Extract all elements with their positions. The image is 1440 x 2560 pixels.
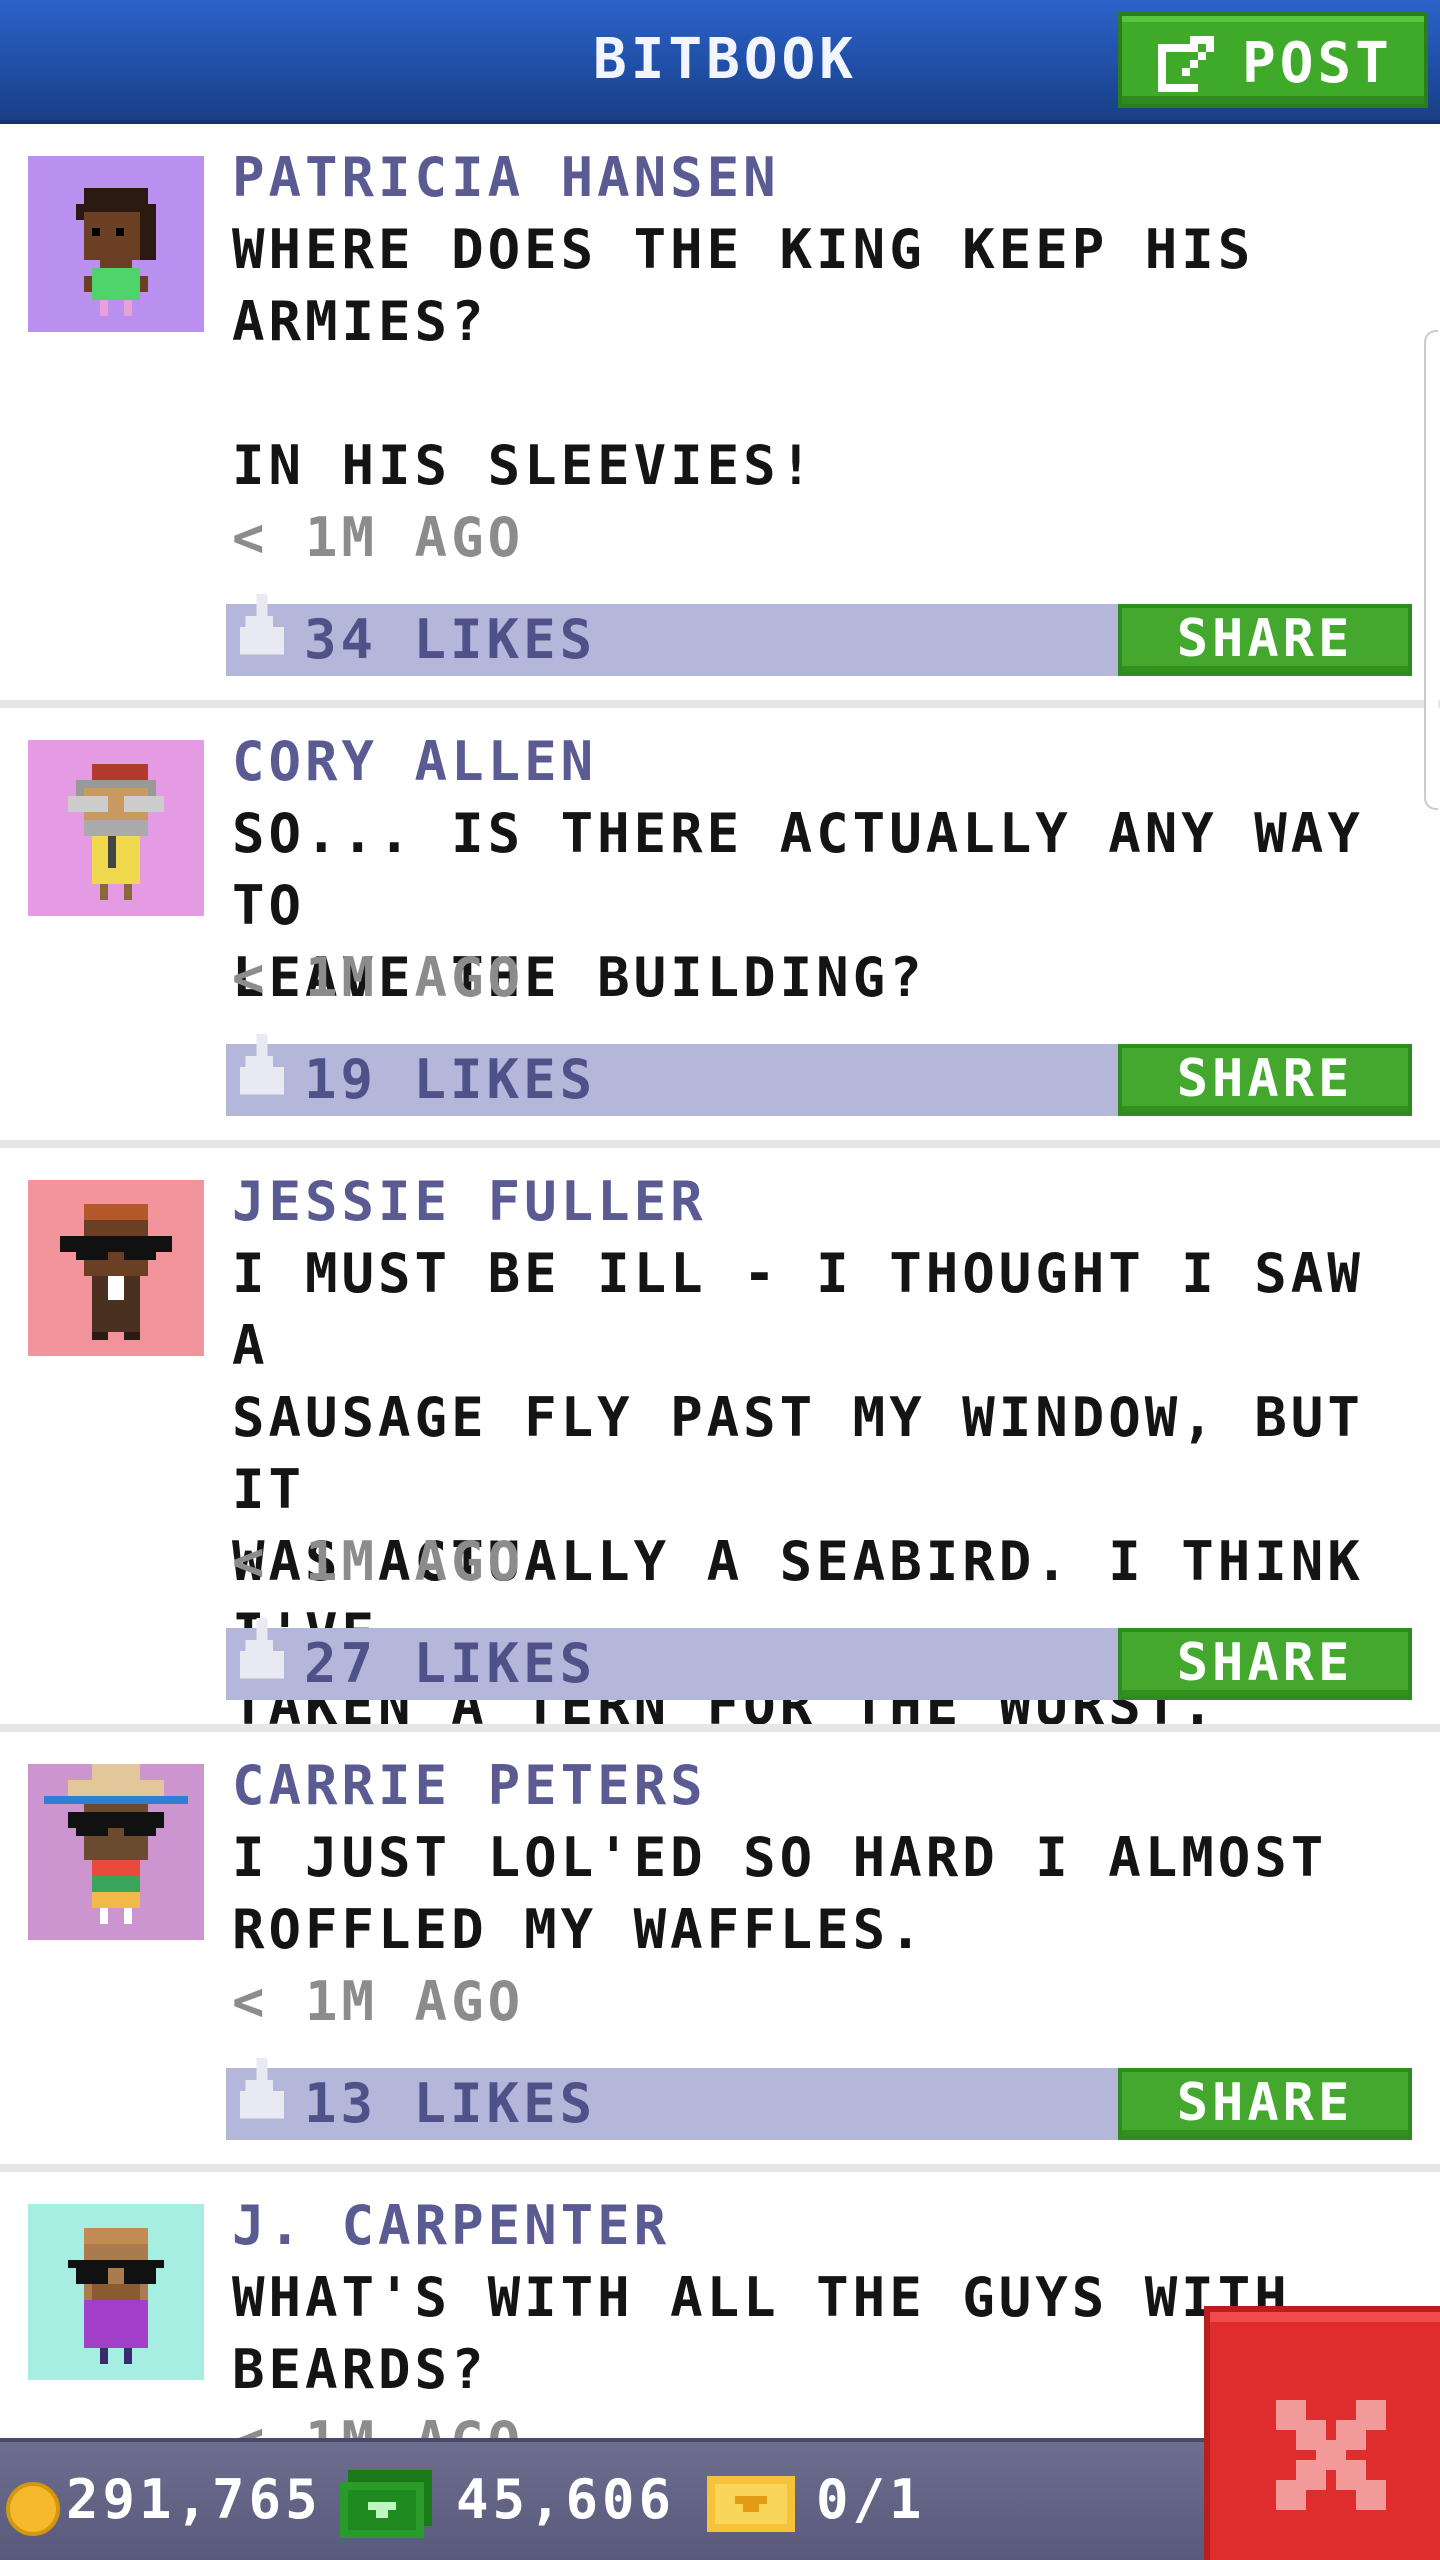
avatar[interactable] [28,156,204,332]
thumbs-up-icon [240,1034,284,1095]
share-button[interactable]: SHARE [1118,604,1412,676]
thumbs-up-icon [240,2058,284,2119]
post-timestamp: < 1M AGO [232,946,525,1009]
avatar-image [28,2204,204,2380]
coin-count: 291,765 [66,2468,322,2531]
bux-count: 45,606 [456,2468,676,2531]
like-count: 13 LIKES [304,2072,597,2135]
post-timestamp: < 1M AGO [232,1530,525,1593]
post-timestamp: < 1M AGO [232,1970,525,2033]
avatar[interactable] [28,1764,204,1940]
avatar-image [28,1764,204,1940]
divider [0,1724,1440,1732]
post-author[interactable]: PATRICIA HANSEN [232,142,780,214]
scrollbar[interactable] [1424,330,1438,810]
like-bar[interactable]: 19 LIKES SHARE [226,1034,1412,1116]
avatar[interactable] [28,2204,204,2380]
post-message: WHERE DOES THE KING KEEP HIS ARMIES? IN … [232,218,1255,497]
feed[interactable]: PATRICIA HANSEN WHERE DOES THE KING KEEP… [0,128,1440,2438]
post-author[interactable]: JESSIE FULLER [232,1166,707,1238]
app-header: BITBOOK POST [0,0,1440,124]
thumbs-up-icon [240,1618,284,1679]
like-count: 34 LIKES [304,608,597,671]
like-count: 27 LIKES [304,1632,597,1695]
thumbs-up-icon [240,594,284,655]
divider [0,1140,1440,1148]
close-icon [1276,2400,1386,2510]
feed-post: PATRICIA HANSEN WHERE DOES THE KING KEEP… [0,128,1440,710]
share-button[interactable]: SHARE [1118,2068,1412,2140]
post-author[interactable]: J. CARPENTER [232,2190,670,2262]
close-button[interactable] [1204,2306,1440,2560]
feed-post: JESSIE FULLER I MUST BE ILL - I THOUGHT … [0,1152,1440,1737]
page-title: BITBOOK [592,27,857,92]
like-bar[interactable]: 34 LIKES SHARE [226,594,1412,676]
avatar-image [28,740,204,916]
bux-icon [340,2470,432,2538]
avatar[interactable] [28,740,204,916]
post-button[interactable]: POST [1118,12,1428,108]
avatar-image [28,1180,204,1356]
like-count: 19 LIKES [304,1048,597,1111]
like-bar[interactable]: 13 LIKES SHARE [226,2058,1412,2140]
post-button-label: POST [1242,31,1393,96]
post-timestamp: < 1M AGO [232,506,525,569]
compose-icon [1158,36,1214,92]
avatar[interactable] [28,1180,204,1356]
ticket-icon [707,2476,795,2532]
avatar-image [28,156,204,332]
coin-icon [6,2482,60,2536]
feed-post: CORY ALLEN SO... IS THERE ACTUALLY ANY W… [0,712,1440,1152]
share-button[interactable]: SHARE [1118,1044,1412,1116]
divider [0,2164,1440,2172]
like-bar[interactable]: 27 LIKES SHARE [226,1618,1412,1700]
feed-post: CARRIE PETERS I JUST LOL'ED SO HARD I AL… [0,1736,1440,2176]
ticket-count: 0/1 [816,2468,926,2531]
divider [0,700,1440,708]
post-timestamp: < 1M AGO [232,2406,524,2438]
post-author[interactable]: CARRIE PETERS [232,1750,707,1822]
post-message: I JUST LOL'ED SO HARD I ALMOST ROFFLED M… [232,1826,1328,1961]
share-button[interactable]: SHARE [1118,1628,1412,1700]
post-author[interactable]: CORY ALLEN [232,726,597,798]
